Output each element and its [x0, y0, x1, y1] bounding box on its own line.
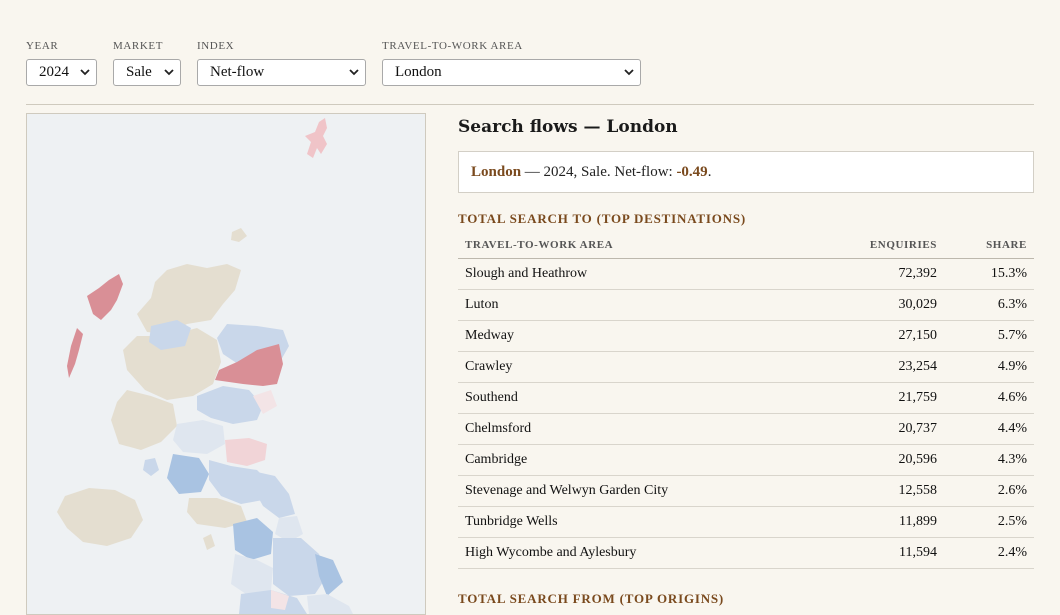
market-select[interactable]: Sale: [113, 59, 181, 86]
table-row: Chelmsford 20,737 4.4%: [458, 413, 1034, 445]
row-area: Cambridge: [458, 444, 810, 476]
row-share: 6.3%: [944, 289, 1034, 321]
row-share: 2.5%: [944, 506, 1034, 538]
table-row: Tunbridge Wells 11,899 2.5%: [458, 506, 1034, 538]
column-header-area: TRAVEL-TO-WORK AREA: [458, 233, 810, 259]
choropleth-map[interactable]: [26, 113, 426, 615]
column-header-enquiries: ENQUIRIES: [810, 233, 944, 259]
row-share: 4.9%: [944, 351, 1034, 383]
market-filter: MARKET Sale: [113, 40, 181, 86]
map-region-northumberland: [253, 472, 295, 518]
market-label: MARKET: [113, 40, 164, 52]
row-area: High Wycombe and Aylesbury: [458, 537, 810, 569]
map-region-edinburgh: [225, 438, 267, 466]
uk-map-graphic: [57, 118, 353, 614]
search-flows-panel: Search flows — London London — 2024, Sal…: [458, 113, 1034, 613]
map-region-lincs: [307, 594, 353, 614]
map-region-cumbria: [233, 518, 273, 560]
ttwa-value: London: [395, 64, 442, 80]
table-row: Southend 21,759 4.6%: [458, 382, 1034, 414]
top-destinations-table: TRAVEL-TO-WORK AREA ENQUIRIES SHARE Slou…: [458, 233, 1034, 569]
row-share: 5.7%: [944, 320, 1034, 352]
year-label: YEAR: [26, 40, 59, 52]
row-share: 15.3%: [944, 258, 1034, 290]
table-row: High Wycombe and Aylesbury 11,594 2.4%: [458, 537, 1034, 569]
map-region-perth: [197, 386, 263, 424]
summary-box: London — 2024, Sale. Net-flow: -0.49.: [458, 151, 1034, 193]
map-region-orkney: [231, 228, 247, 242]
row-area: Luton: [458, 289, 810, 321]
row-enquiries: 72,392: [810, 258, 944, 290]
row-area: Tunbridge Wells: [458, 506, 810, 538]
map-region-northern-ireland: [57, 488, 143, 546]
row-enquiries: 27,150: [810, 320, 944, 352]
year-select[interactable]: 2024: [26, 59, 97, 86]
map-region-stirling: [173, 420, 225, 454]
table-row: Medway 27,150 5.7%: [458, 320, 1034, 352]
map-region-scotland-north: [137, 264, 241, 334]
row-share: 2.4%: [944, 537, 1034, 569]
row-enquiries: 20,596: [810, 444, 944, 476]
row-enquiries: 11,594: [810, 537, 944, 569]
market-value: Sale: [126, 64, 152, 80]
map-region-outer-hebrides: [87, 274, 123, 320]
year-value: 2024: [39, 64, 69, 80]
table-row: Stevenage and Welwyn Garden City 12,558 2.…: [458, 475, 1034, 507]
row-enquiries: 21,759: [810, 382, 944, 414]
table-row: Slough and Heathrow 72,392 15.3%: [458, 258, 1034, 290]
row-enquiries: 23,254: [810, 351, 944, 383]
row-area: Slough and Heathrow: [458, 258, 810, 290]
table-row: Crawley 23,254 4.9%: [458, 351, 1034, 383]
row-area: Crawley: [458, 351, 810, 383]
filter-bar: YEAR 2024 MARKET Sale INDEX Net-flow TRA…: [26, 40, 641, 86]
row-area: Medway: [458, 320, 810, 352]
row-area: Chelmsford: [458, 413, 810, 445]
summary-text: — 2024, Sale. Net-flow:: [521, 163, 677, 180]
map-region-isle-of-man: [203, 534, 215, 550]
summary-place: London: [471, 163, 522, 180]
row-enquiries: 11,899: [810, 506, 944, 538]
ttwa-select[interactable]: London: [382, 59, 641, 86]
index-select[interactable]: Net-flow: [197, 59, 366, 86]
chevron-down-icon: [349, 68, 359, 78]
chevron-down-icon: [80, 68, 90, 78]
row-enquiries: 30,029: [810, 289, 944, 321]
row-share: 2.6%: [944, 475, 1034, 507]
row-share: 4.6%: [944, 382, 1034, 414]
row-share: 4.4%: [944, 413, 1034, 445]
ttwa-label: TRAVEL-TO-WORK AREA: [382, 40, 523, 52]
table-header-row: TRAVEL-TO-WORK AREA ENQUIRIES SHARE: [458, 233, 1034, 259]
row-enquiries: 12,558: [810, 475, 944, 507]
ttwa-filter: TRAVEL-TO-WORK AREA London: [382, 40, 641, 86]
map-region-lancashire: [231, 554, 273, 596]
column-header-share: SHARE: [944, 233, 1034, 259]
top-destinations-heading: TOTAL SEARCH TO (TOP DESTINATIONS): [458, 211, 747, 226]
year-filter: YEAR 2024: [26, 40, 97, 86]
index-value: Net-flow: [210, 64, 265, 80]
row-share: 4.3%: [944, 444, 1034, 476]
row-enquiries: 20,737: [810, 413, 944, 445]
map-region-uist: [67, 328, 83, 378]
row-area: Southend: [458, 382, 810, 414]
divider: [26, 104, 1034, 105]
panel-title: Search flows — London: [458, 117, 678, 137]
index-label: INDEX: [197, 40, 235, 52]
top-origins-heading: TOTAL SEARCH FROM (TOP ORIGINS): [458, 591, 725, 606]
summary-value: -0.49: [676, 163, 708, 180]
map-region-islay: [143, 458, 159, 476]
row-area: Stevenage and Welwyn Garden City: [458, 475, 810, 507]
table-row: Cambridge 20,596 4.3%: [458, 444, 1034, 476]
chevron-down-icon: [164, 68, 174, 78]
chevron-down-icon: [624, 68, 634, 78]
index-filter: INDEX Net-flow: [197, 40, 366, 86]
table-row: Luton 30,029 6.3%: [458, 289, 1034, 321]
map-region-glasgow: [167, 454, 209, 494]
map-region-shetland: [305, 118, 327, 158]
summary-end: .: [707, 163, 712, 180]
map-region-humber: [315, 554, 343, 596]
